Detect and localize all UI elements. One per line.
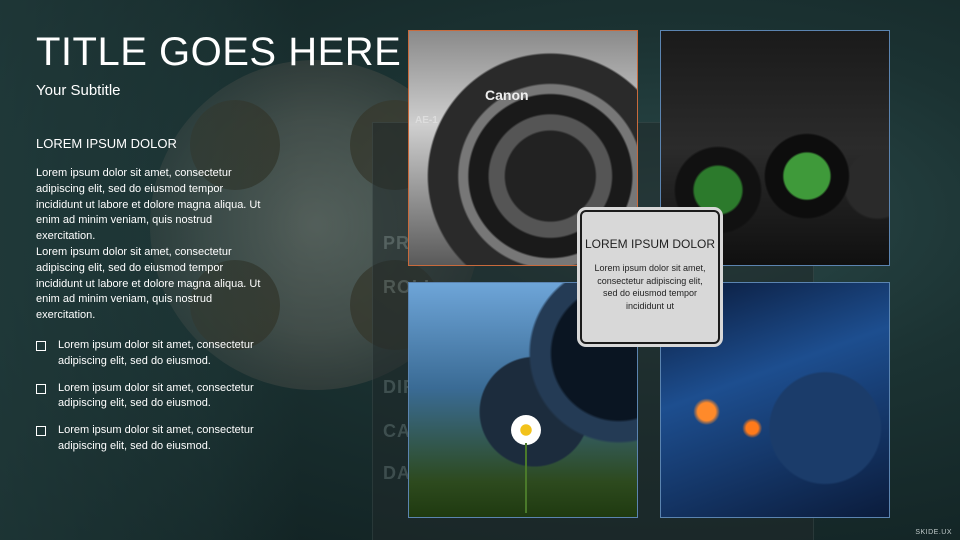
- paragraph: Lorem ipsum dolor sit amet, consectetur …: [36, 245, 261, 322]
- checkbox-bullet-icon: [36, 383, 46, 394]
- bullet-text: Lorem ipsum dolor sit amet, consectetur …: [58, 381, 254, 410]
- slide-title: TITLE GOES HERE: [36, 30, 402, 74]
- checkbox-bullet-icon: [36, 341, 46, 351]
- slide-subtitle: Your Subtitle: [36, 82, 121, 99]
- watermark: SKIDE.UX: [915, 529, 952, 536]
- paragraph: Lorem ipsum dolor sit amet, consectetur …: [36, 167, 261, 243]
- flower-stem: [525, 443, 527, 513]
- bullet-list: Lorem ipsum dolor sit amet, consectetur …: [36, 338, 266, 466]
- section-heading: LOREM IPSUM DOLOR: [36, 136, 177, 151]
- bullet-item: Lorem ipsum dolor sit amet, consectetur …: [36, 338, 266, 370]
- callout-text: Lorem ipsum dolor sit amet, consectetur …: [594, 263, 706, 311]
- bullet-text: Lorem ipsum dolor sit amet, consectetur …: [58, 339, 254, 367]
- daisy-flower: [511, 415, 541, 445]
- slide: PRO ROLL DIR CAM DATE TITLE GOES HERE Yo…: [0, 0, 960, 540]
- callout-card: LOREM IPSUM DOLOR Lorem ipsum dolor sit …: [580, 210, 720, 344]
- bullet-text: Lorem ipsum dolor sit amet, consectetur …: [58, 424, 254, 452]
- checkbox-bullet-icon: [36, 426, 46, 437]
- callout-title: LOREM IPSUM DOLOR: [584, 237, 716, 251]
- canon-logo-text: Canon: [485, 87, 529, 103]
- body-text: Lorem ipsum dolor sit amet, consectetur …: [36, 166, 266, 324]
- bullet-item: Lorem ipsum dolor sit amet, consectetur …: [36, 381, 266, 413]
- camera-model-text: AE-1: [415, 115, 438, 126]
- bullet-item: Lorem ipsum dolor sit amet, consectetur …: [36, 423, 266, 455]
